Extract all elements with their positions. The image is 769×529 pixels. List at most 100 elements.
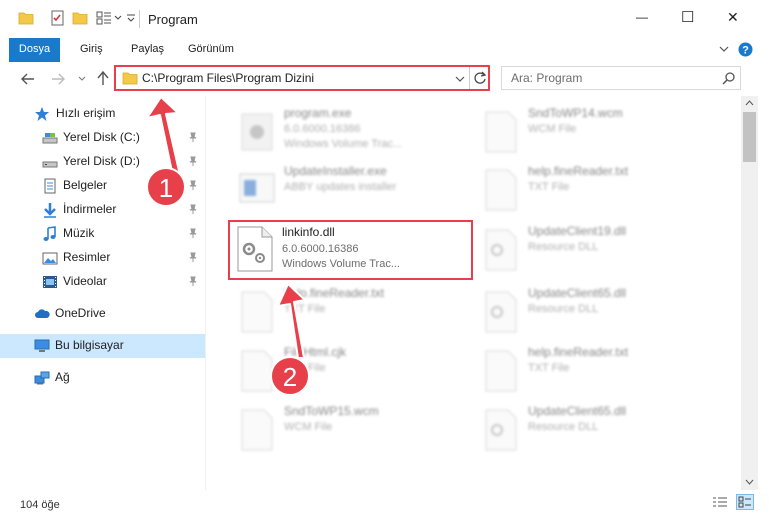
- up-arrow-icon[interactable]: [96, 70, 110, 86]
- tiles-view-icon[interactable]: [736, 494, 754, 510]
- tab-dosya[interactable]: Dosya: [9, 38, 60, 62]
- sidebar-item-this-pc[interactable]: Bu bilgisayar: [0, 334, 205, 358]
- cloud-icon: [35, 309, 50, 318]
- close-button[interactable]: ✕: [727, 9, 739, 26]
- expand-ribbon-icon[interactable]: [719, 45, 729, 53]
- file-name: FileHtml.cjk: [284, 345, 346, 359]
- pin-icon[interactable]: [188, 204, 198, 214]
- vertical-scrollbar[interactable]: [741, 96, 758, 490]
- film-icon: [43, 276, 57, 288]
- forward-arrow-icon[interactable]: [50, 71, 66, 87]
- file-icon: [241, 409, 273, 451]
- navigation-pane: Hızlı erişim Yerel Disk (C:) Yerel Disk …: [0, 96, 206, 490]
- file-icon: [241, 350, 273, 392]
- pin-icon[interactable]: [188, 132, 198, 142]
- search-icon[interactable]: [722, 71, 736, 85]
- chevron-down-icon[interactable]: [455, 75, 465, 83]
- file-item[interactable]: program.exe 6.0.6000.16386 Windows Volum…: [232, 104, 482, 162]
- file-description: ABBY updates installer: [284, 181, 397, 193]
- tab-gorunum[interactable]: Görünüm: [188, 38, 234, 62]
- sidebar-item-label: Müzik: [63, 226, 95, 240]
- folder-icon: [18, 12, 34, 25]
- file-name: linkinfo.dll: [282, 225, 335, 239]
- file-item[interactable]: UpdateInstaller.exe ABBY updates install…: [232, 162, 482, 220]
- file-version: 6.0.6000.16386: [284, 123, 361, 135]
- file-name: SndToWP15.wcm: [284, 404, 379, 418]
- file-item[interactable]: FileHtml.cjk CJK File: [232, 343, 482, 401]
- tab-giris[interactable]: Giriş: [80, 38, 103, 62]
- maximize-button[interactable]: ☐: [681, 8, 694, 26]
- file-type: TXT File: [528, 362, 570, 374]
- file-type: TXT File: [284, 303, 326, 315]
- sidebar-item-videos[interactable]: Videolar: [0, 270, 205, 294]
- sidebar-item-label: Bu bilgisayar: [55, 338, 124, 352]
- help-icon[interactable]: ?: [738, 42, 753, 57]
- pin-icon[interactable]: [188, 228, 198, 238]
- file-type: WCM File: [528, 123, 577, 135]
- address-divider: [469, 67, 470, 89]
- file-type: TXT File: [528, 181, 570, 193]
- new-folder-icon[interactable]: [72, 10, 88, 26]
- sidebar-item-onedrive[interactable]: OneDrive: [0, 302, 205, 326]
- file-item[interactable]: UpdateClient19.dll Resource DLL: [476, 222, 726, 280]
- sidebar-item-disk-c[interactable]: Yerel Disk (C:): [0, 126, 205, 150]
- scroll-up-icon[interactable]: [745, 100, 754, 106]
- pin-icon[interactable]: [188, 276, 198, 286]
- sidebar-item-quick-access[interactable]: Hızlı erişim: [0, 102, 205, 126]
- file-type: Resource DLL: [528, 241, 599, 253]
- dll-gear-icon: [485, 409, 517, 451]
- recent-locations-icon[interactable]: [78, 76, 86, 82]
- file-item[interactable]: UpdateClient65.dll Resource DLL: [476, 284, 726, 342]
- minimize-button[interactable]: —: [636, 10, 648, 24]
- pin-icon[interactable]: [188, 252, 198, 262]
- text-file-icon: [485, 169, 517, 211]
- sidebar-item-music[interactable]: Müzik: [0, 222, 205, 246]
- view-options-icon[interactable]: [96, 10, 112, 26]
- sidebar-item-label: Hızlı erişim: [56, 106, 116, 120]
- folder-icon: [122, 72, 138, 85]
- annotation-number-2: 2: [282, 362, 298, 392]
- status-bar: 104 öğe: [0, 490, 769, 529]
- sidebar-item-network[interactable]: Ağ: [0, 366, 205, 390]
- item-count: 104 öğe: [20, 499, 60, 511]
- scrollbar-thumb[interactable]: [743, 112, 756, 162]
- scroll-down-icon[interactable]: [745, 479, 754, 485]
- file-item[interactable]: help.fineReader.txt TXT File: [476, 343, 726, 401]
- file-type: WCM File: [284, 421, 333, 433]
- computer-icon: [34, 339, 50, 352]
- download-arrow-icon: [44, 203, 56, 218]
- properties-icon[interactable]: [50, 10, 66, 26]
- window-title: Program: [148, 12, 198, 27]
- details-view-icon[interactable]: [712, 496, 728, 510]
- file-item[interactable]: SndToWP14.wcm WCM File: [476, 104, 726, 162]
- sidebar-item-label: Ağ: [55, 370, 70, 384]
- file-name: help.fineReader.txt: [528, 345, 629, 359]
- search-input[interactable]: Ara: Program: [511, 71, 582, 85]
- sidebar-item-label: OneDrive: [55, 306, 106, 320]
- pin-icon[interactable]: [188, 156, 198, 166]
- disk-drive-icon: [42, 133, 58, 144]
- file-item-linkinfo[interactable]: linkinfo.dll 6.0.6000.16386 Windows Volu…: [230, 221, 470, 279]
- pin-icon[interactable]: [188, 180, 198, 190]
- exe-icon: [241, 113, 273, 151]
- search-box[interactable]: Ara: Program: [501, 66, 741, 90]
- back-arrow-icon[interactable]: [20, 71, 36, 87]
- sidebar-item-disk-d[interactable]: Yerel Disk (D:): [0, 150, 205, 174]
- address-path: C:\Program Files\Program Dizini: [142, 71, 315, 85]
- refresh-icon[interactable]: [473, 71, 487, 85]
- file-item[interactable]: help.fineReader.txt TXT File: [476, 162, 726, 220]
- title-bar: Program — ☐ ✕: [0, 0, 769, 38]
- file-item[interactable]: help.fineReader.txt TXT File: [232, 284, 482, 342]
- file-item[interactable]: SndToWP15.wcm WCM File: [232, 402, 482, 460]
- sidebar-item-pictures[interactable]: Resimler: [0, 246, 205, 270]
- customize-toolbar-icon[interactable]: [126, 13, 136, 23]
- sidebar-item-label: Belgeler: [63, 178, 108, 192]
- text-file-icon: [485, 350, 517, 392]
- chevron-down-icon[interactable]: [114, 15, 122, 21]
- file-name: program.exe: [284, 106, 352, 120]
- dll-gear-icon: [485, 229, 517, 271]
- tab-paylas[interactable]: Paylaş: [131, 38, 164, 62]
- address-bar[interactable]: C:\Program Files\Program Dizini: [114, 65, 490, 91]
- file-item[interactable]: UpdateClient65.dll Resource DLL: [476, 402, 726, 460]
- pictures-icon: [42, 252, 58, 265]
